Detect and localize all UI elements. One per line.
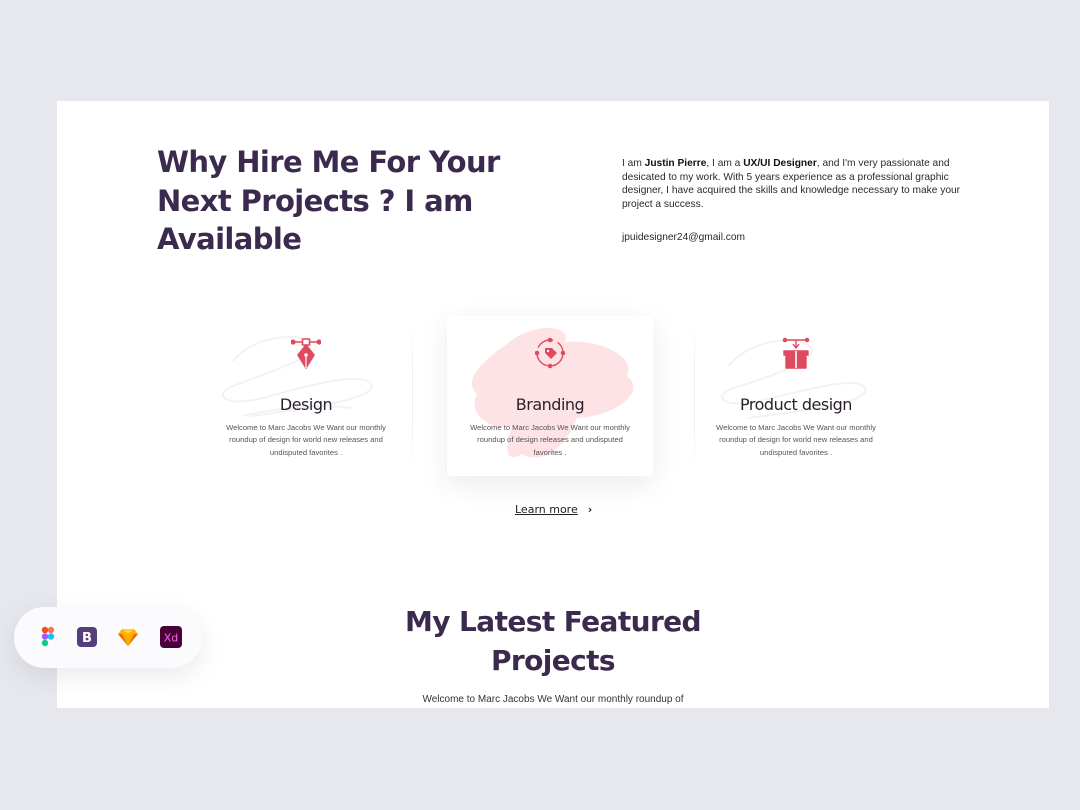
card-divider (412, 323, 413, 469)
sketch-icon[interactable] (117, 626, 139, 648)
learn-more-link[interactable]: Learn more › (515, 503, 592, 516)
chevron-right-icon: › (587, 503, 593, 516)
service-card-product-design[interactable]: Product design Welcome to Marc Jacobs We… (693, 316, 899, 476)
service-description: Welcome to Marc Jacobs We Want our month… (470, 423, 630, 457)
tools-toolbar: B Xd (14, 607, 202, 668)
learn-more-label: Learn more (515, 503, 578, 516)
service-card-branding[interactable]: Branding Welcome to Marc Jacobs We Want … (447, 316, 653, 476)
pen-tool-icon (291, 338, 321, 369)
projects-title-line: My Latest Featured (404, 605, 702, 638)
service-description: Welcome to Marc Jacobs We Want our month… (226, 423, 386, 457)
service-title: Product design (740, 395, 852, 414)
service-title: Branding (515, 395, 585, 414)
xd-icon[interactable]: Xd (160, 626, 182, 648)
projects-title-line: Projects (490, 643, 616, 677)
bootstrap-glyph: B (82, 631, 92, 646)
figma-icon[interactable] (37, 626, 59, 648)
service-description: Welcome to Marc Jacobs We Want our month… (716, 423, 876, 457)
projects-description: Welcome to Marc Jacobs We Want our month… (422, 694, 684, 705)
xd-glyph: Xd (164, 632, 179, 645)
main-page: Why Hire Me For Your Next Projects ? I a… (57, 101, 1049, 708)
service-title: Design (279, 395, 333, 414)
bootstrap-icon[interactable]: B (76, 626, 98, 648)
projects-title: My Latest Featured Projects (57, 603, 1049, 680)
tag-icon (535, 337, 565, 369)
box-icon (782, 337, 810, 369)
service-card-design[interactable]: Design Welcome to Marc Jacobs We Want ou… (203, 316, 409, 476)
